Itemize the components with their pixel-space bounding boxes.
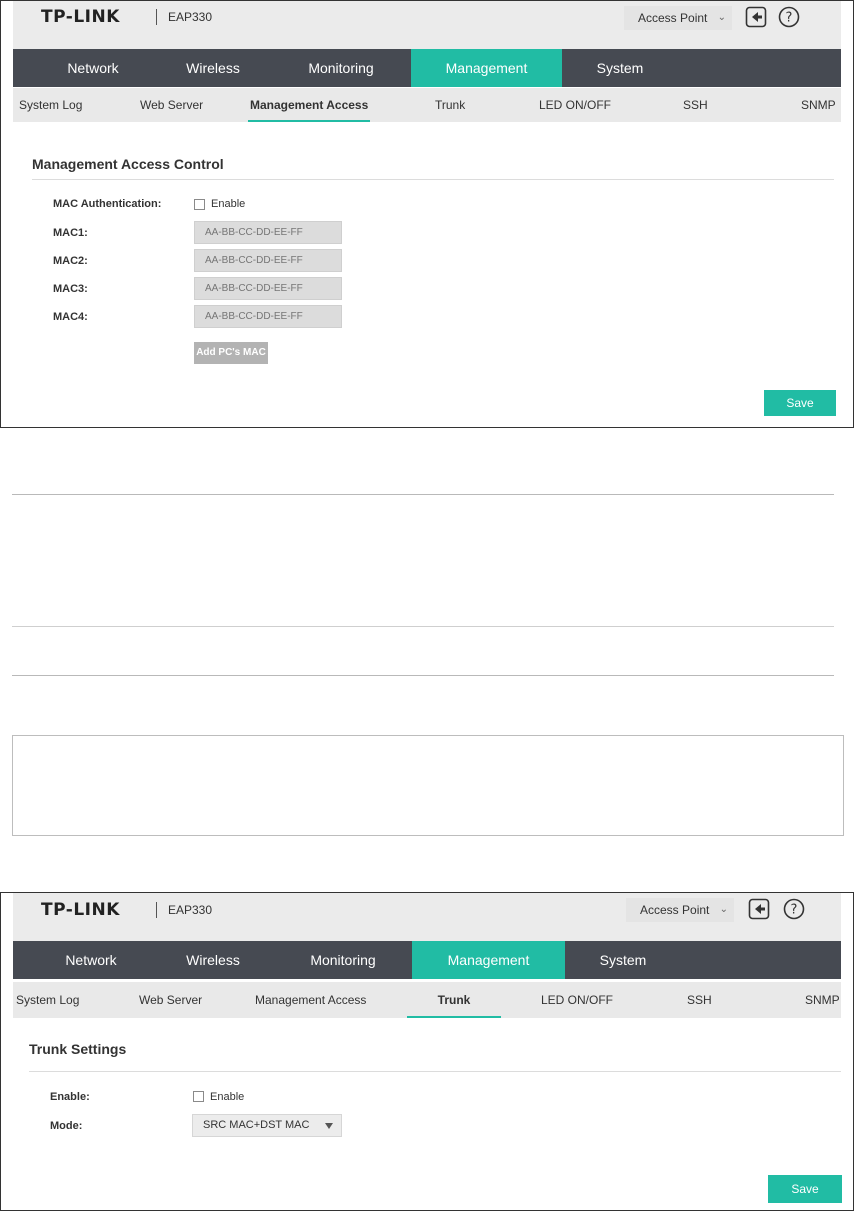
subnav-led[interactable]: LED ON/OFF xyxy=(539,88,611,122)
logout-icon[interactable] xyxy=(745,6,767,28)
mac2-label: MAC2: xyxy=(53,255,88,267)
dropdown-arrow-icon xyxy=(325,1123,333,1129)
logo-divider xyxy=(156,9,157,25)
add-pc-mac-button[interactable]: Add PC's MAC xyxy=(194,342,268,364)
section-divider xyxy=(32,179,834,180)
mode-select[interactable]: Access Point ⌄ xyxy=(624,6,732,30)
mode-select-value: Access Point xyxy=(638,11,708,25)
save-button[interactable]: Save xyxy=(768,1175,842,1203)
mode-label: Mode: xyxy=(50,1120,83,1132)
nav-monitoring[interactable]: Monitoring xyxy=(261,49,421,87)
mac4-input[interactable] xyxy=(194,305,342,328)
mode-select[interactable]: Access Point ⌄ xyxy=(626,898,734,922)
divider-line xyxy=(12,626,834,627)
trunk-mode-value: SRC MAC+DST MAC xyxy=(203,1119,310,1131)
subnav-ssh[interactable]: SSH xyxy=(683,88,708,122)
mac4-label: MAC4: xyxy=(53,311,88,323)
screenshot-management-access: TP-LINK EAP330 Access Point ⌄ ? Network … xyxy=(0,0,854,428)
mac-auth-label: MAC Authentication: xyxy=(53,198,162,210)
help-icon[interactable]: ? xyxy=(783,898,805,920)
chevron-down-icon: ⌄ xyxy=(719,904,728,915)
mac1-input[interactable] xyxy=(194,221,342,244)
brand-logo: TP-LINK xyxy=(41,900,120,920)
subnav-ssh[interactable]: SSH xyxy=(687,982,712,1018)
screenshot-trunk: TP-LINK EAP330 Access Point ⌄ ? Network … xyxy=(0,892,854,1211)
trunk-enable-checkbox[interactable] xyxy=(193,1091,204,1102)
nav-monitoring[interactable]: Monitoring xyxy=(263,941,423,979)
svg-text:?: ? xyxy=(786,11,793,26)
header-bar: TP-LINK EAP330 Access Point ⌄ ? xyxy=(13,1,841,49)
main-nav: Network Wireless Monitoring Management S… xyxy=(13,941,841,979)
section-title: Management Access Control xyxy=(32,156,224,172)
logo-divider xyxy=(156,902,157,918)
subnav-trunk[interactable]: Trunk xyxy=(407,982,501,1018)
nav-management[interactable]: Management xyxy=(411,49,562,87)
nav-system[interactable]: System xyxy=(562,49,678,87)
nav-system[interactable]: System xyxy=(565,941,681,979)
mac-auth-checkbox[interactable] xyxy=(194,199,205,210)
nav-management[interactable]: Management xyxy=(412,941,565,979)
help-icon[interactable]: ? xyxy=(778,6,800,28)
mac1-label: MAC1: xyxy=(53,227,88,239)
svg-text:?: ? xyxy=(791,903,798,918)
subnav-led[interactable]: LED ON/OFF xyxy=(541,982,613,1018)
subnav-management-access[interactable]: Management Access xyxy=(248,88,371,122)
trunk-mode-select[interactable]: SRC MAC+DST MAC xyxy=(192,1114,342,1137)
chevron-down-icon: ⌄ xyxy=(717,12,726,23)
subnav-system-log[interactable]: System Log xyxy=(19,88,82,122)
mac2-input[interactable] xyxy=(194,249,342,272)
subnav-snmp[interactable]: SNMP xyxy=(801,88,836,122)
mode-select-value: Access Point xyxy=(640,903,710,917)
subnav-system-log[interactable]: System Log xyxy=(16,982,79,1018)
sub-nav: System Log Web Server Management Access … xyxy=(13,88,841,122)
header-bar: TP-LINK EAP330 Access Point ⌄ ? xyxy=(13,893,841,941)
mac3-input[interactable] xyxy=(194,277,342,300)
trunk-enable-text: Enable xyxy=(210,1091,245,1103)
section-title: Trunk Settings xyxy=(29,1041,127,1057)
sub-nav: System Log Web Server Management Access … xyxy=(13,982,841,1018)
section-divider xyxy=(29,1071,841,1072)
main-nav: Network Wireless Monitoring Management S… xyxy=(13,49,841,87)
model-name: EAP330 xyxy=(168,903,213,917)
divider-line xyxy=(12,675,834,676)
subnav-trunk[interactable]: Trunk xyxy=(435,88,465,122)
model-name: EAP330 xyxy=(168,10,213,24)
subnav-web-server[interactable]: Web Server xyxy=(140,88,203,122)
divider-line xyxy=(12,494,834,495)
save-button[interactable]: Save xyxy=(764,390,836,416)
note-box xyxy=(12,735,844,836)
logout-icon[interactable] xyxy=(748,898,770,920)
enable-label: Enable: xyxy=(50,1091,90,1103)
brand-logo: TP-LINK xyxy=(41,7,120,27)
mac3-label: MAC3: xyxy=(53,283,88,295)
mac-auth-enable-label: Enable xyxy=(211,198,246,210)
subnav-web-server[interactable]: Web Server xyxy=(139,982,202,1018)
subnav-snmp[interactable]: SNMP xyxy=(805,982,840,1018)
subnav-management-access[interactable]: Management Access xyxy=(255,982,366,1018)
